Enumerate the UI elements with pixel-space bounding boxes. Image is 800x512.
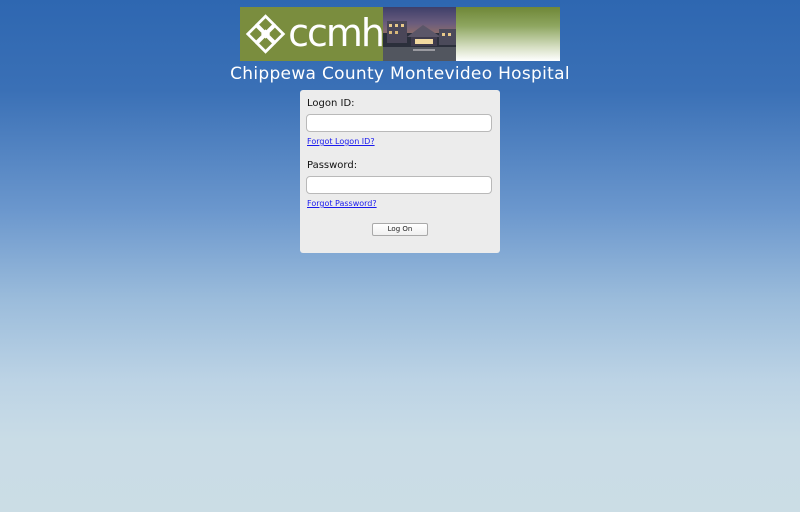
log-on-button[interactable]: Log On <box>372 223 428 236</box>
password-input[interactable] <box>306 176 492 194</box>
logo-text: ccmh <box>288 11 385 55</box>
ccmh-logo: ccmh <box>240 7 385 61</box>
banner-gradient <box>456 7 560 61</box>
header-banner: ccmh <box>240 7 560 61</box>
hospital-building-photo <box>383 7 456 61</box>
hospital-name: Chippewa County Montevideo Hospital <box>230 64 570 84</box>
button-row: Log On <box>306 216 494 236</box>
password-label: Password: <box>307 160 358 171</box>
login-form: Logon ID: Forgot Logon ID? Password: For… <box>300 90 500 253</box>
diamond-logo-icon <box>245 14 286 54</box>
logon-id-label: Logon ID: <box>307 98 355 109</box>
building-image <box>383 21 456 61</box>
logon-id-input[interactable] <box>306 114 492 132</box>
forgot-password-link[interactable]: Forgot Password? <box>307 199 494 210</box>
forgot-logon-id-link[interactable]: Forgot Logon ID? <box>307 137 494 148</box>
